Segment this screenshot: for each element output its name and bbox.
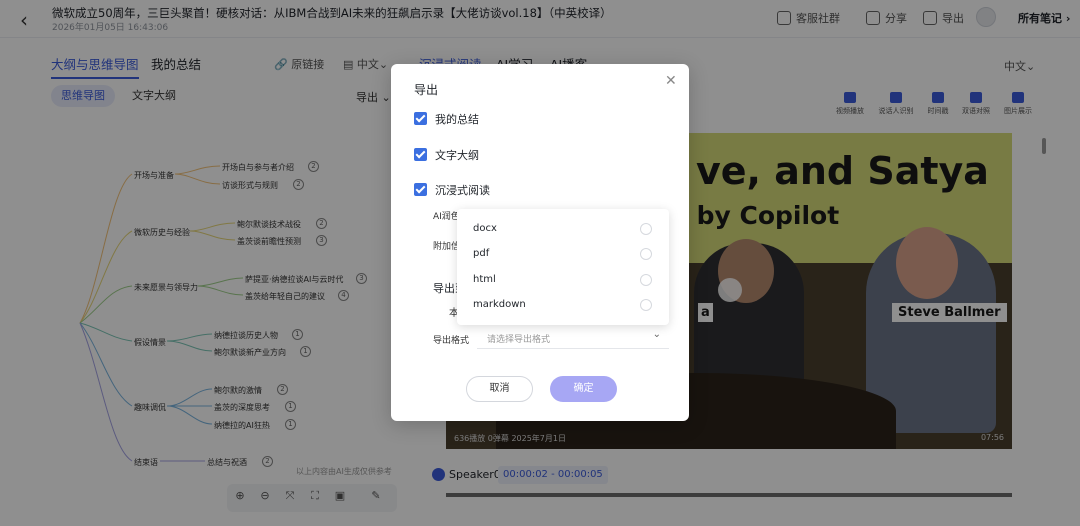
option-pdf[interactable]: pdf (473, 248, 489, 259)
radio-docx[interactable] (640, 223, 652, 235)
close-icon[interactable]: ✕ (665, 73, 677, 89)
format-select[interactable]: 请选择导出格式 ⌄ (477, 327, 669, 349)
check-text-outline[interactable]: 文字大纲 (414, 147, 479, 163)
ai-polish-label: AI润色 (433, 212, 460, 222)
chevron-down-icon: ⌄ (652, 329, 661, 340)
dialog-title: 导出 (414, 83, 439, 97)
option-markdown[interactable]: markdown (473, 299, 526, 310)
format-dropdown: docx pdf html markdown (457, 209, 669, 325)
format-label: 导出格式 (433, 336, 470, 346)
radio-pdf[interactable] (640, 248, 652, 260)
check-immersive-reading[interactable]: 沉浸式阅读 (414, 182, 490, 198)
confirm-button[interactable]: 确定 (550, 376, 617, 402)
checkbox-checked-icon[interactable] (414, 183, 427, 196)
option-docx[interactable]: docx (473, 223, 497, 234)
cancel-button[interactable]: 取消 (466, 376, 533, 402)
format-placeholder: 请选择导出格式 (487, 335, 551, 345)
checkbox-checked-icon[interactable] (414, 148, 427, 161)
radio-html[interactable] (640, 274, 652, 286)
option-html[interactable]: html (473, 274, 496, 285)
checkbox-checked-icon[interactable] (414, 112, 427, 125)
attach-label: 附加信 (433, 242, 461, 252)
export-dialog: 导出 ✕ 我的总结 文字大纲 沉浸式阅读 AI润色 附加信 导出到 本 导出格式… (391, 64, 689, 421)
check-my-summary[interactable]: 我的总结 (414, 111, 479, 127)
radio-markdown[interactable] (640, 299, 652, 311)
